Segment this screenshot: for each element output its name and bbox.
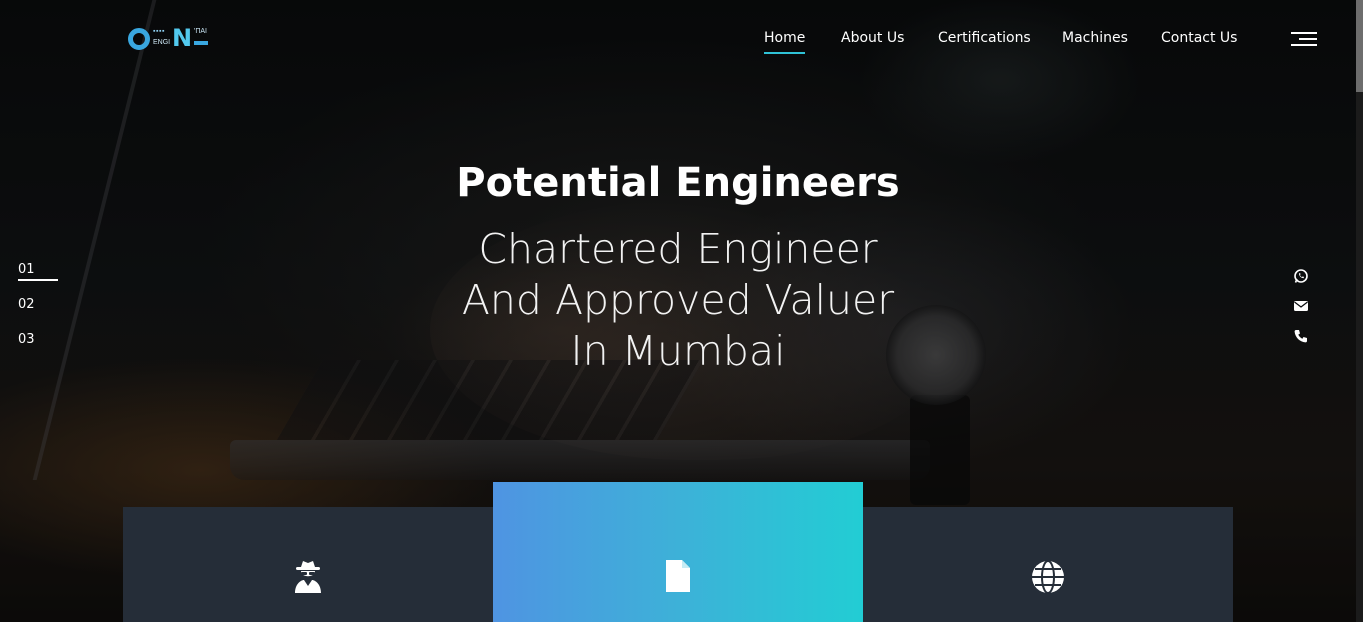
slide-page-3[interactable]: 03 (18, 332, 58, 347)
hamburger-line (1299, 38, 1317, 40)
hero-subtitle: Chartered Engineer And Approved Valuer I… (0, 224, 1356, 377)
logo-mark-small: 'ΠAI (194, 28, 208, 35)
hero-subtitle-line: In Mumbai (570, 327, 786, 375)
slide-page-1[interactable]: 01 (18, 262, 58, 281)
hero-subtitle-line: Chartered Engineer (478, 225, 878, 273)
nav-machines[interactable]: Machines (1062, 30, 1128, 46)
phone-icon[interactable] (1293, 328, 1309, 344)
site-logo[interactable]: ▪▪▪▪ ENGI N 'ΠAI (128, 24, 210, 52)
email-icon[interactable] (1293, 298, 1309, 314)
document-icon (666, 560, 690, 592)
feature-card-3[interactable] (863, 507, 1233, 622)
hamburger-line (1291, 44, 1317, 46)
hero-banner: ▪▪▪▪ ENGI N 'ΠAI Home About Us Certifica… (0, 0, 1356, 622)
logo-mark-top: ▪▪▪▪ (153, 28, 165, 35)
feature-card-1[interactable] (123, 507, 493, 622)
whatsapp-icon[interactable] (1293, 268, 1309, 284)
hero-subtitle-line: And Approved Valuer (461, 276, 895, 324)
nav-about-us[interactable]: About Us (841, 30, 904, 46)
logo-mark-bar (194, 41, 208, 45)
logo-mark-bottom: ENGI (153, 39, 171, 46)
slide-page-2[interactable]: 02 (18, 297, 58, 312)
feature-cards (123, 482, 1233, 622)
hamburger-line (1291, 32, 1317, 34)
scrollbar-thumb[interactable] (1356, 0, 1363, 92)
spy-agent-icon (295, 561, 321, 593)
logo-mark-n: N (172, 24, 193, 52)
page-scrollbar[interactable] (1356, 0, 1363, 622)
feature-card-2[interactable] (493, 482, 863, 622)
hero-title: Potential Engineers (456, 160, 900, 206)
nav-certifications[interactable]: Certifications (938, 30, 1031, 46)
nav-contact-us[interactable]: Contact Us (1161, 30, 1237, 46)
globe-icon (1032, 560, 1064, 594)
nav-home[interactable]: Home (764, 30, 806, 54)
hamburger-menu-icon[interactable] (1291, 32, 1317, 46)
logo-ring-mark (128, 28, 150, 50)
